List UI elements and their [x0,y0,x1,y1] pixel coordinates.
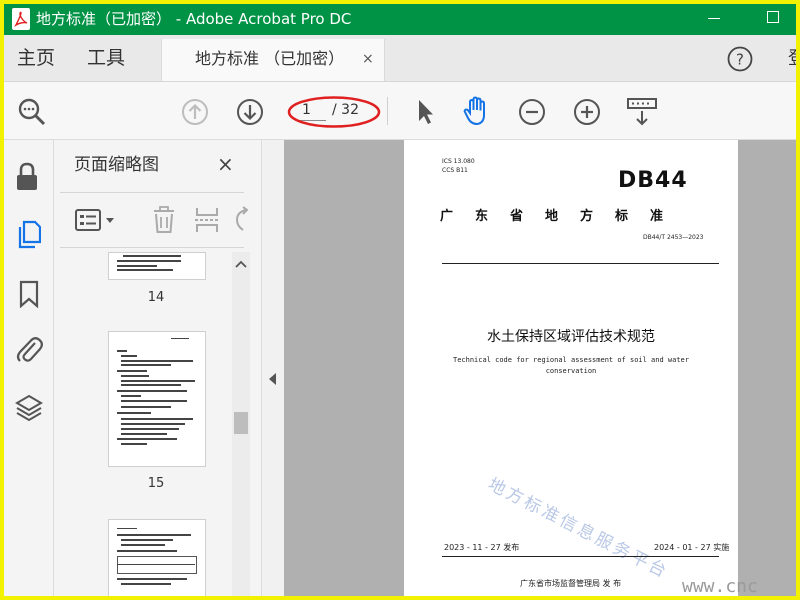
db-logo: DB44 [618,168,688,193]
collapse-left-icon [269,373,276,385]
minimize-button[interactable] [708,18,720,19]
acrobat-app-icon [12,8,30,30]
thumbnail-page-14[interactable] [108,252,206,280]
page-thumbnails-panel: 页面缩略图 × 14 15 [54,140,262,596]
thumbnail-scrollbar[interactable] [232,252,250,596]
document-tab-label: 地方标准 （已加密） [195,49,345,68]
maximize-button[interactable] [767,11,779,23]
province-standard-heading: 广东省地方标准 [440,209,686,224]
thumbnail-page-16[interactable] [108,519,206,596]
previous-page-icon[interactable] [181,98,209,126]
hand-tool-icon[interactable] [462,95,492,127]
sign-in-button[interactable]: 登 [788,48,796,70]
corner-watermark: www.cnc [682,576,758,596]
zoom-out-icon[interactable] [518,98,546,126]
publish-date: 2023 - 11 - 27 发布 [444,543,520,552]
document-canvas[interactable]: ICS 13.080 CCS B11 DB44 广东省地方标准 DB44/T 2… [284,140,796,596]
panel-collapse-handle[interactable] [262,140,284,596]
help-icon[interactable]: ? [727,46,753,72]
attachment-icon[interactable] [15,334,43,364]
ccs-code: CCS B11 [442,167,468,174]
ics-code: ICS 13.080 [442,158,475,165]
toolbar: 1 / 32 [4,82,796,140]
implement-date: 2024 - 01 - 27 实施 [654,543,730,552]
document-title-en-line2: conservation [545,367,597,375]
scrollbar-thumb[interactable] [234,412,248,434]
scroll-up-icon[interactable] [235,260,247,268]
issuer: 广东省市场监督管理局 发 布 [520,579,622,588]
layers-icon[interactable] [15,394,43,422]
thumbnail-page-15[interactable] [108,331,206,467]
header-rule [442,263,719,264]
footer-rule [442,556,719,557]
menu-bar: 主页 工具 地方标准 （已加密） × ? 登 [4,35,796,82]
document-area: ICS 13.080 CCS B11 DB44 广东省地方标准 DB44/T 2… [262,140,796,596]
title-bar: 地方标准（已加密） - Adobe Acrobat Pro DC [4,4,796,35]
panel-divider [60,192,244,193]
left-navigation-rail [4,140,54,596]
thumbnail-tools [54,194,261,246]
thumbnail-label: 15 [147,476,165,491]
thumbnail-options-icon[interactable] [74,208,120,232]
zoom-in-icon[interactable] [573,98,601,126]
thumbnail-label: 14 [147,290,165,305]
document-title-cn: 水土保持区域评估技术规范 [487,329,655,345]
panel-title: 页面缩略图 [74,155,159,175]
pdf-page[interactable]: ICS 13.080 CCS B11 DB44 广东省地方标准 DB44/T 2… [404,140,738,596]
panel-tools-divider [60,247,244,248]
page-thumbnails-icon[interactable] [15,220,41,250]
select-arrow-icon[interactable] [414,97,436,127]
delete-page-icon[interactable] [152,206,176,234]
bookmark-icon[interactable] [19,280,39,308]
keyboard-scroll-icon[interactable] [626,96,658,128]
acrobat-window: 地方标准（已加密） - Adobe Acrobat Pro DC 主页 工具 地… [4,4,796,596]
next-page-icon[interactable] [236,98,264,126]
document-title-en-line1: Technical code for regional assessment o… [452,356,689,364]
document-tab-close-icon[interactable]: × [362,48,374,70]
diagonal-watermark: 地方标准信息服务平台 [484,474,672,584]
svg-text:?: ? [736,51,744,69]
red-annotation-ellipse [287,96,381,128]
zoom-search-icon[interactable] [17,97,47,127]
standard-number: DB44/T 2453—2023 [643,234,704,241]
home-tab[interactable]: 主页 [17,46,55,70]
rotate-page-icon[interactable] [234,206,248,234]
lock-icon[interactable] [15,162,39,192]
toolbar-separator [387,97,388,125]
document-tab[interactable]: 地方标准 （已加密） × [161,39,385,81]
window-title: 地方标准（已加密） - Adobe Acrobat Pro DC [36,10,352,28]
panel-close-icon[interactable]: × [217,153,234,175]
tools-tab[interactable]: 工具 [87,46,125,70]
extract-page-icon[interactable] [194,206,220,234]
